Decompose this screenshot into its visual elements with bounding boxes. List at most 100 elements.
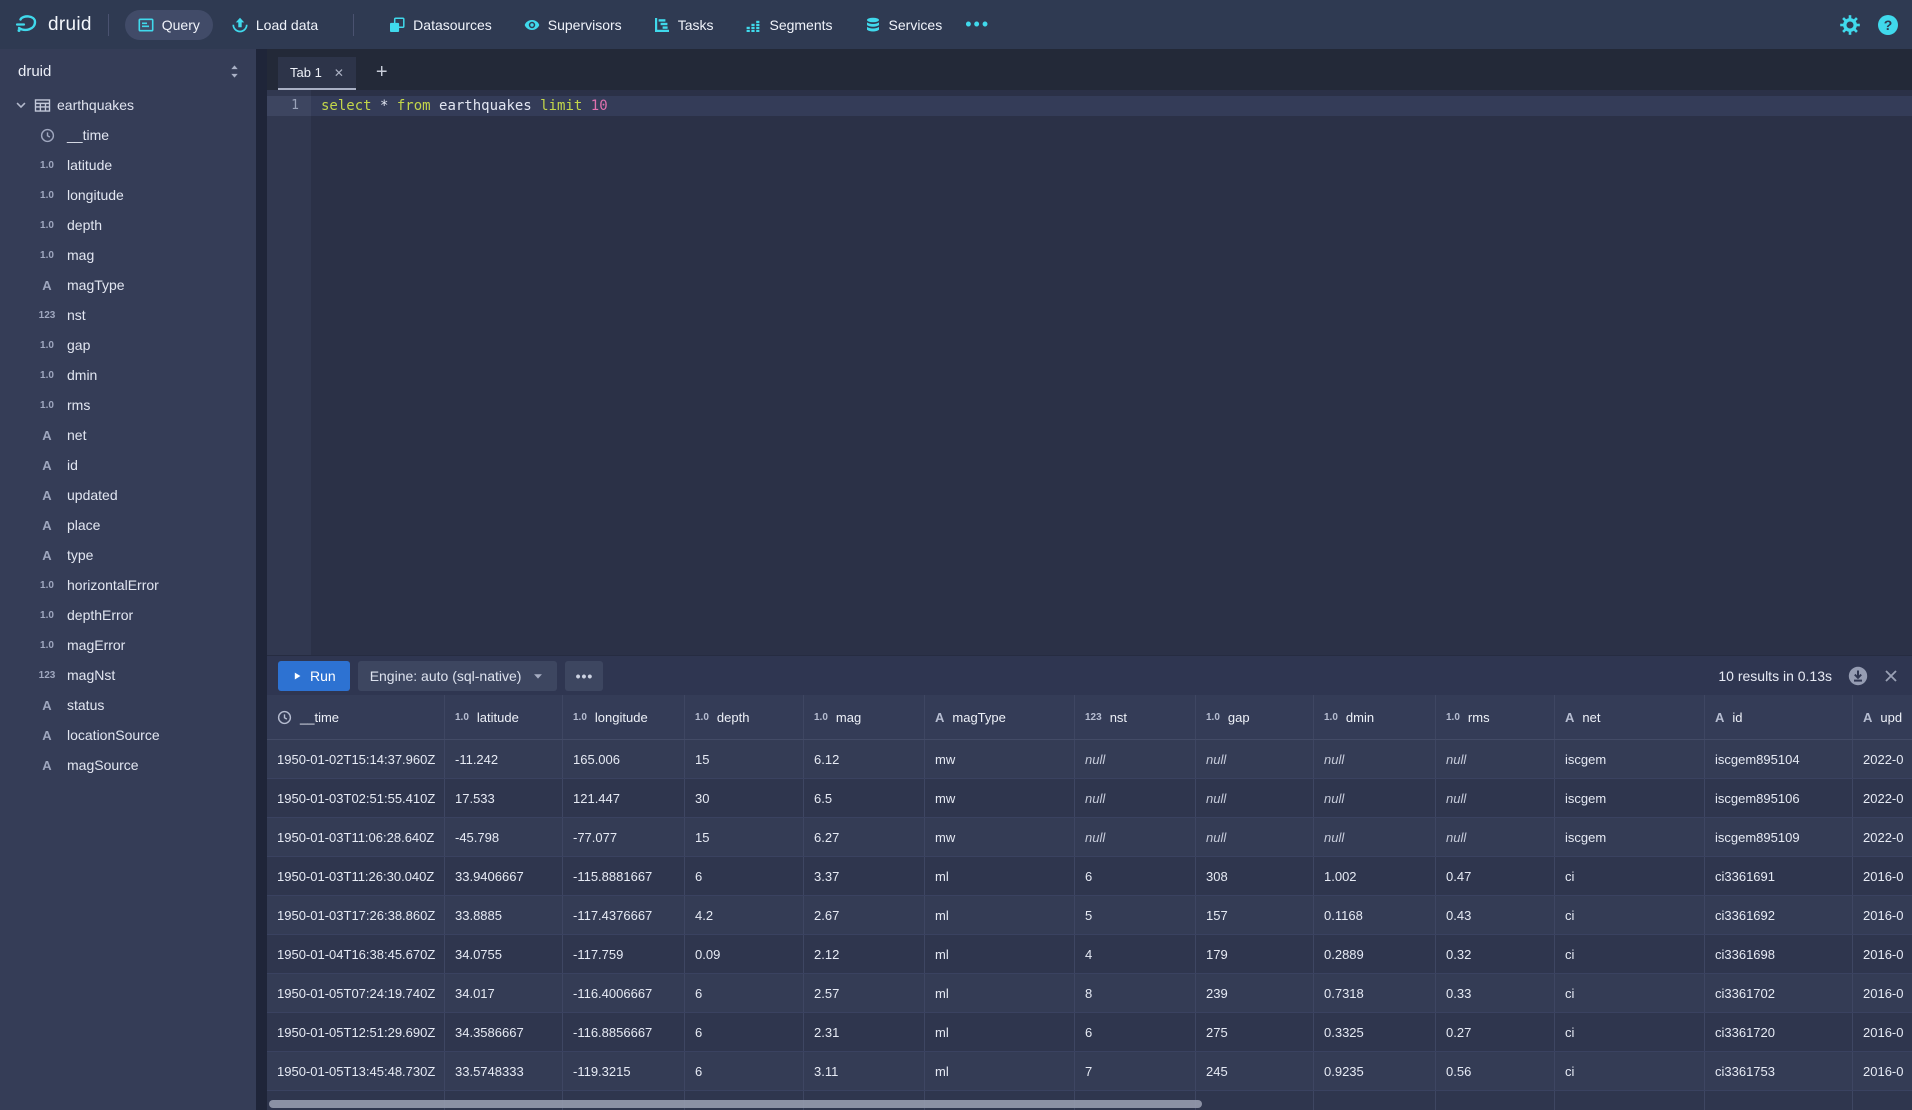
table-cell[interactable]: 6 — [685, 857, 804, 895]
table-cell[interactable]: -115.8881667 — [563, 857, 685, 895]
table-cell[interactable]: mw — [925, 818, 1075, 856]
table-cell[interactable]: 6.27 — [804, 818, 925, 856]
table-cell[interactable]: null — [1075, 818, 1196, 856]
header-cell-nst[interactable]: 123nst — [1075, 695, 1196, 739]
table-cell[interactable]: 2.67 — [804, 896, 925, 934]
table-cell[interactable]: mw — [925, 779, 1075, 817]
sidebar-column-net[interactable]: Anet — [0, 420, 256, 450]
table-cell[interactable] — [1705, 1091, 1853, 1110]
nav-item-load-data[interactable]: Load data — [219, 10, 331, 40]
sidebar-column-locationSource[interactable]: AlocationSource — [0, 720, 256, 750]
query-more-button[interactable]: ••• — [565, 661, 603, 691]
table-cell[interactable]: null — [1196, 779, 1314, 817]
table-cell[interactable]: 2022-0 — [1853, 740, 1912, 778]
header-cell-latitude[interactable]: 1.0latitude — [445, 695, 563, 739]
table-cell[interactable]: 1950-01-04T16:38:45.670Z — [267, 935, 445, 973]
sidebar-column-magType[interactable]: AmagType — [0, 270, 256, 300]
engine-select[interactable]: Engine: auto (sql-native) — [358, 661, 558, 691]
table-cell[interactable]: 1950-01-03T02:51:55.410Z — [267, 779, 445, 817]
sidebar-column-id[interactable]: Aid — [0, 450, 256, 480]
sidebar-column-magNst[interactable]: 123magNst — [0, 660, 256, 690]
table-cell[interactable]: 1.002 — [1314, 857, 1436, 895]
header-cell-mag[interactable]: 1.0mag — [804, 695, 925, 739]
table-cell[interactable]: iscgem — [1555, 779, 1705, 817]
table-cell[interactable]: -77.077 — [563, 818, 685, 856]
table-cell[interactable]: 0.56 — [1436, 1052, 1555, 1090]
horizontal-scrollbar[interactable] — [269, 1100, 1202, 1108]
table-cell[interactable]: 34.0755 — [445, 935, 563, 973]
header-cell-net[interactable]: Anet — [1555, 695, 1705, 739]
table-cell[interactable]: 6 — [685, 974, 804, 1012]
table-cell[interactable]: ml — [925, 1013, 1075, 1051]
table-cell[interactable]: iscgem — [1555, 740, 1705, 778]
table-cell[interactable]: ci3361698 — [1705, 935, 1853, 973]
table-cell[interactable] — [1314, 1091, 1436, 1110]
table-cell[interactable]: 0.9235 — [1314, 1052, 1436, 1090]
nav-more-button[interactable]: ••• — [955, 8, 1000, 41]
nav-item-datasources[interactable]: Datasources — [376, 10, 505, 40]
table-cell[interactable]: 2016-0 — [1853, 1013, 1912, 1051]
sidebar-column-depthError[interactable]: 1.0depthError — [0, 600, 256, 630]
table-cell[interactable]: 34.3586667 — [445, 1013, 563, 1051]
table-cell[interactable]: 2016-0 — [1853, 1052, 1912, 1090]
table-cell[interactable]: 15 — [685, 740, 804, 778]
table-cell[interactable]: -117.4376667 — [563, 896, 685, 934]
table-cell[interactable]: ml — [925, 1052, 1075, 1090]
table-cell[interactable]: 165.006 — [563, 740, 685, 778]
header-cell-gap[interactable]: 1.0gap — [1196, 695, 1314, 739]
table-cell[interactable]: -119.3215 — [563, 1052, 685, 1090]
table-cell[interactable]: null — [1314, 818, 1436, 856]
header-cell-longitude[interactable]: 1.0longitude — [563, 695, 685, 739]
table-cell[interactable]: 1950-01-03T11:06:28.640Z — [267, 818, 445, 856]
table-cell[interactable] — [1196, 1091, 1314, 1110]
close-results-icon[interactable] — [1884, 669, 1898, 683]
table-cell[interactable]: ci — [1555, 974, 1705, 1012]
nav-item-segments[interactable]: Segments — [732, 10, 845, 40]
table-cell[interactable]: 3.37 — [804, 857, 925, 895]
table-cell[interactable]: 6.12 — [804, 740, 925, 778]
sidebar-column-rms[interactable]: 1.0rms — [0, 390, 256, 420]
table-cell[interactable]: 0.32 — [1436, 935, 1555, 973]
table-cell[interactable]: 1950-01-02T15:14:37.960Z — [267, 740, 445, 778]
sql-editor[interactable]: 1 select * from earthquakes limit 10 — [267, 90, 1912, 655]
header-cell-__time[interactable]: __time — [267, 695, 445, 739]
table-cell[interactable]: 245 — [1196, 1052, 1314, 1090]
table-cell[interactable]: 1950-01-05T07:24:19.740Z — [267, 974, 445, 1012]
table-cell[interactable]: 5 — [1075, 896, 1196, 934]
table-cell[interactable]: iscgem895106 — [1705, 779, 1853, 817]
table-cell[interactable]: 1950-01-05T13:45:48.730Z — [267, 1052, 445, 1090]
table-cell[interactable]: 2.57 — [804, 974, 925, 1012]
nav-item-supervisors[interactable]: Supervisors — [511, 10, 635, 40]
table-cell[interactable]: 0.27 — [1436, 1013, 1555, 1051]
table-cell[interactable]: 239 — [1196, 974, 1314, 1012]
sidebar-column-depth[interactable]: 1.0depth — [0, 210, 256, 240]
table-cell[interactable]: -45.798 — [445, 818, 563, 856]
table-cell[interactable]: ci — [1555, 935, 1705, 973]
table-cell[interactable]: 2016-0 — [1853, 896, 1912, 934]
double-caret-icon[interactable] — [227, 64, 242, 79]
table-cell[interactable]: 0.2889 — [1314, 935, 1436, 973]
table-cell[interactable]: null — [1436, 779, 1555, 817]
table-cell[interactable]: ci3361692 — [1705, 896, 1853, 934]
table-cell[interactable]: 4.2 — [685, 896, 804, 934]
table-cell[interactable]: 6 — [685, 1052, 804, 1090]
sidebar-column-magSource[interactable]: AmagSource — [0, 750, 256, 780]
table-cell[interactable]: ci — [1555, 1013, 1705, 1051]
table-cell[interactable]: 7 — [1075, 1052, 1196, 1090]
table-cell[interactable]: 0.43 — [1436, 896, 1555, 934]
sidebar-column-magError[interactable]: 1.0magError — [0, 630, 256, 660]
settings-gear-icon[interactable] — [1840, 15, 1860, 35]
table-cell[interactable]: ml — [925, 935, 1075, 973]
table-cell[interactable]: 179 — [1196, 935, 1314, 973]
table-cell[interactable]: 4 — [1075, 935, 1196, 973]
table-cell[interactable]: iscgem895104 — [1705, 740, 1853, 778]
table-cell[interactable]: -117.759 — [563, 935, 685, 973]
table-cell[interactable]: 0.1168 — [1314, 896, 1436, 934]
table-cell[interactable]: 2016-0 — [1853, 935, 1912, 973]
table-cell[interactable]: null — [1075, 740, 1196, 778]
table-cell[interactable]: ml — [925, 974, 1075, 1012]
table-cell[interactable]: 2016-0 — [1853, 974, 1912, 1012]
table-cell[interactable]: null — [1436, 740, 1555, 778]
table-cell[interactable]: ml — [925, 857, 1075, 895]
table-cell[interactable]: 6 — [1075, 1013, 1196, 1051]
